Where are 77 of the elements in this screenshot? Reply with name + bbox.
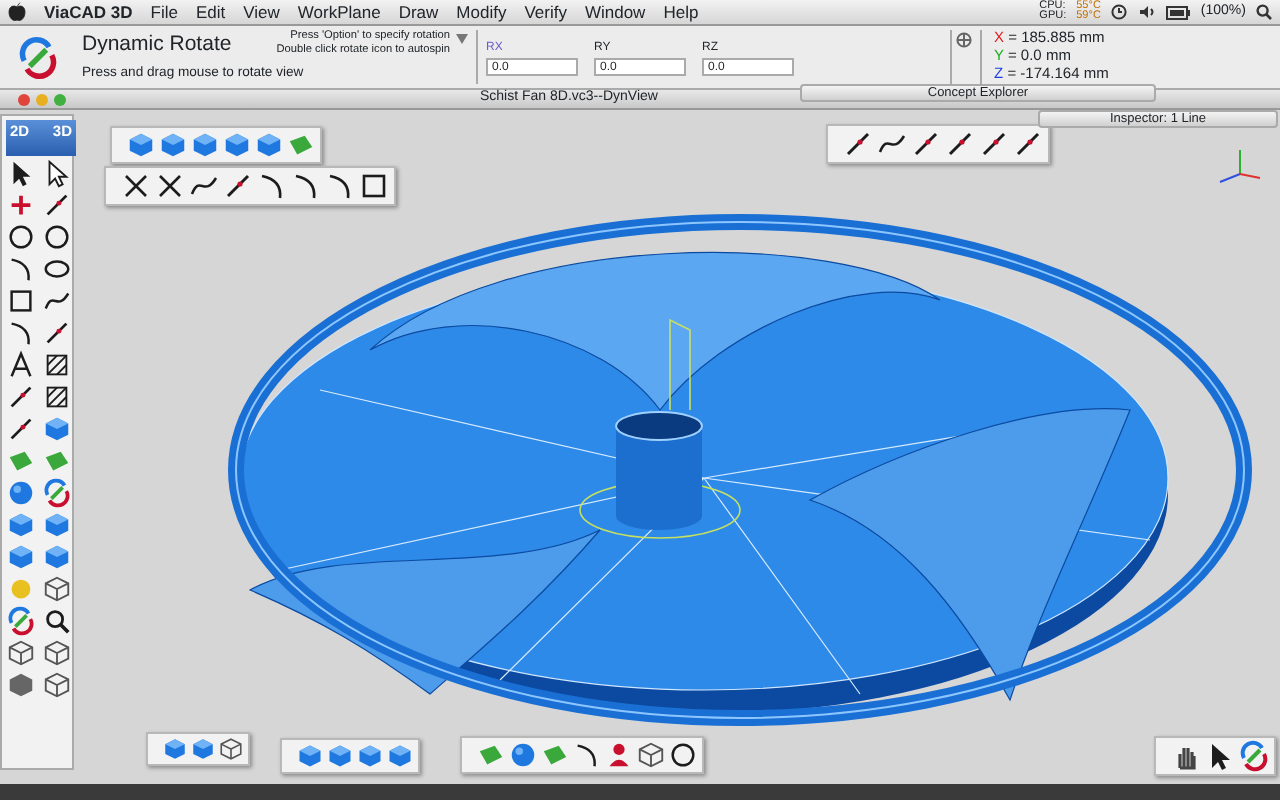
- cube-icon[interactable]: [222, 130, 252, 160]
- cube-icon[interactable]: [296, 742, 324, 770]
- line-icon[interactable]: [42, 318, 72, 348]
- wireframe-cube-icon[interactable]: [6, 638, 36, 668]
- cube-icon[interactable]: [42, 414, 72, 444]
- rotate-icon[interactable]: [16, 35, 60, 79]
- menu-item[interactable]: Modify: [456, 0, 507, 25]
- dropdown-arrow-icon[interactable]: [456, 34, 468, 44]
- cube-icon[interactable]: [356, 742, 384, 770]
- person-icon[interactable]: [604, 740, 634, 770]
- wireframe-cube-icon[interactable]: [42, 638, 72, 668]
- cube-icon[interactable]: [6, 542, 36, 572]
- rotate-icon[interactable]: [1238, 740, 1270, 772]
- menu-item[interactable]: Edit: [195, 0, 226, 25]
- cross-icon[interactable]: [154, 170, 186, 202]
- cross-icon[interactable]: [120, 170, 152, 202]
- line-icon[interactable]: [1012, 128, 1044, 160]
- cube-icon[interactable]: [162, 736, 188, 762]
- hatch-icon[interactable]: [42, 350, 72, 380]
- cube-icon[interactable]: [42, 542, 72, 572]
- sphere-icon[interactable]: [6, 478, 36, 508]
- rotate-icon[interactable]: [6, 606, 36, 636]
- rotate-icon[interactable]: [42, 478, 72, 508]
- clock-icon[interactable]: [1110, 4, 1129, 20]
- line-icon[interactable]: [944, 128, 976, 160]
- solid-cube-icon[interactable]: [6, 670, 36, 700]
- wireframe-cube-icon[interactable]: [636, 740, 666, 770]
- menu-item[interactable]: File: [150, 0, 178, 25]
- cube-icon[interactable]: [126, 130, 156, 160]
- search-icon[interactable]: [1256, 4, 1272, 20]
- menu-item[interactable]: Draw: [398, 0, 439, 25]
- cube-icon[interactable]: [326, 742, 354, 770]
- line-icon[interactable]: [6, 414, 36, 444]
- line-icon[interactable]: [978, 128, 1010, 160]
- battery-icon[interactable]: [1166, 5, 1191, 19]
- wireframe-cube-icon[interactable]: [42, 574, 72, 604]
- cube-icon[interactable]: [254, 130, 284, 160]
- line-icon[interactable]: [910, 128, 942, 160]
- square-icon[interactable]: [358, 170, 390, 202]
- app-menu[interactable]: ViaCAD 3D: [44, 0, 133, 25]
- target-icon[interactable]: [956, 32, 972, 48]
- apple-icon[interactable]: [8, 2, 26, 22]
- menu-item[interactable]: Window: [584, 0, 646, 25]
- menu-item[interactable]: Help: [663, 0, 699, 25]
- wireframe-cube-icon[interactable]: [218, 736, 244, 762]
- circle-icon[interactable]: [668, 740, 698, 770]
- arc-icon[interactable]: [6, 318, 36, 348]
- menu-item[interactable]: WorkPlane: [297, 0, 381, 25]
- cube-icon[interactable]: [190, 130, 220, 160]
- line-icon[interactable]: [222, 170, 254, 202]
- axis-triad-icon: [1219, 149, 1261, 183]
- line-icon[interactable]: [6, 382, 36, 412]
- hatch-icon[interactable]: [42, 382, 72, 412]
- square-icon[interactable]: [6, 286, 36, 316]
- tool-title: Dynamic Rotate: [82, 30, 232, 60]
- cube-icon[interactable]: [42, 510, 72, 540]
- sheet-icon[interactable]: [476, 740, 506, 770]
- sheet-icon[interactable]: [286, 130, 316, 160]
- speaker-icon[interactable]: [1138, 4, 1157, 20]
- cube-icon[interactable]: [158, 130, 188, 160]
- cube-icon[interactable]: [6, 510, 36, 540]
- plus-icon[interactable]: [6, 190, 36, 220]
- line-icon[interactable]: [42, 190, 72, 220]
- wireframe-cube-icon[interactable]: [42, 670, 72, 700]
- circle-icon[interactable]: [6, 222, 36, 252]
- ellipse-icon[interactable]: [42, 254, 72, 284]
- cube-icon[interactable]: [190, 736, 216, 762]
- sphere-icon[interactable]: [508, 740, 538, 770]
- text-tool-icon[interactable]: [6, 350, 36, 380]
- menu-item[interactable]: Verify: [524, 0, 567, 25]
- magnifier-icon[interactable]: [42, 606, 72, 636]
- arc-icon[interactable]: [6, 254, 36, 284]
- line-icon[interactable]: [842, 128, 874, 160]
- cube-icon[interactable]: [386, 742, 414, 770]
- menu-item[interactable]: View: [243, 0, 280, 25]
- circle-icon[interactable]: [42, 222, 72, 252]
- arc-icon[interactable]: [572, 740, 602, 770]
